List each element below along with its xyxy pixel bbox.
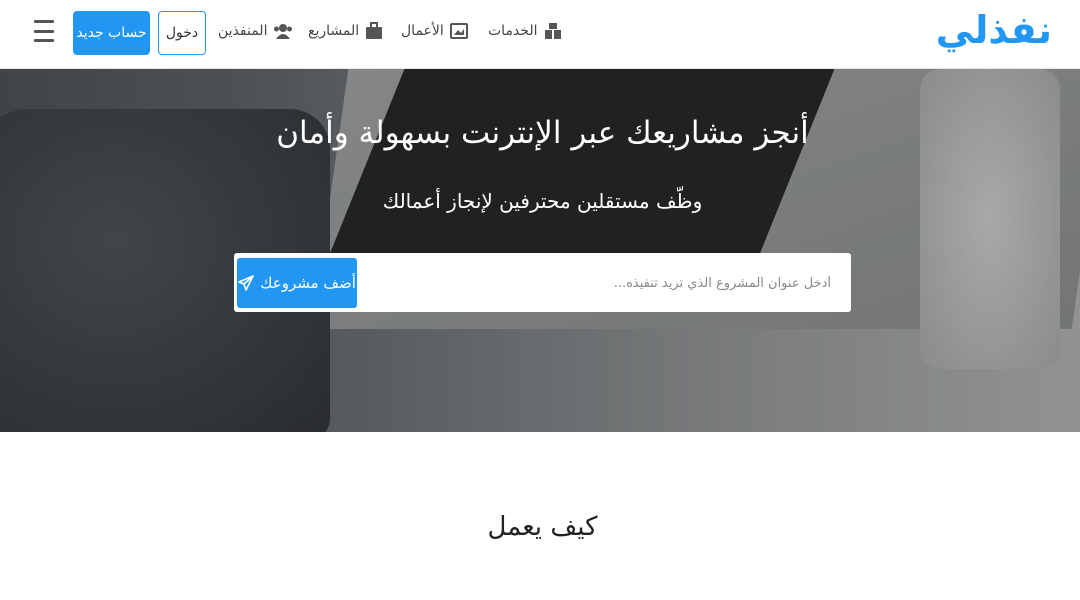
top-navbar: نفذلي الخدمات الأعمال المشاريع المنفذين … bbox=[0, 0, 1080, 69]
nav-label-freelancers: المنفذين bbox=[218, 23, 268, 39]
nav-label-portfolio: الأعمال bbox=[401, 23, 444, 39]
nav-item-portfolio[interactable]: الأعمال bbox=[401, 18, 468, 44]
hero-title: أنجز مشاريعك عبر الإنترنت بسهولة وأمان bbox=[276, 115, 809, 151]
add-project-button[interactable]: أضف مشروعك bbox=[237, 258, 357, 308]
how-it-works-title: كيف يعمل bbox=[487, 512, 598, 542]
nav-item-projects[interactable]: المشاريع bbox=[308, 18, 383, 44]
add-project-label: أضف مشروعك bbox=[260, 274, 356, 292]
nav-item-services[interactable]: الخدمات bbox=[488, 18, 562, 44]
nav-label-projects: المشاريع bbox=[308, 23, 360, 39]
project-search-box: أضف مشروعك bbox=[234, 253, 851, 312]
hero-banner: أنجز مشاريعك عبر الإنترنت بسهولة وأمان و… bbox=[0, 69, 1080, 432]
hamburger-icon[interactable] bbox=[34, 20, 54, 42]
project-title-input[interactable] bbox=[389, 263, 833, 303]
site-logo[interactable]: نفذلي bbox=[936, 8, 1053, 52]
services-icon bbox=[544, 23, 561, 39]
login-button[interactable]: دخول bbox=[158, 11, 206, 55]
hero-subtitle: وظّف مستقلين محترفين لإنجاز أعمالك bbox=[382, 189, 703, 213]
portfolio-icon bbox=[449, 23, 468, 39]
nav-label-services: الخدمات bbox=[488, 23, 538, 39]
nav-item-freelancers[interactable]: المنفذين bbox=[218, 18, 293, 44]
paper-plane-icon bbox=[238, 275, 254, 291]
users-icon bbox=[274, 24, 293, 39]
signup-button[interactable]: حساب جديد bbox=[73, 11, 150, 55]
briefcase-icon bbox=[366, 22, 383, 39]
